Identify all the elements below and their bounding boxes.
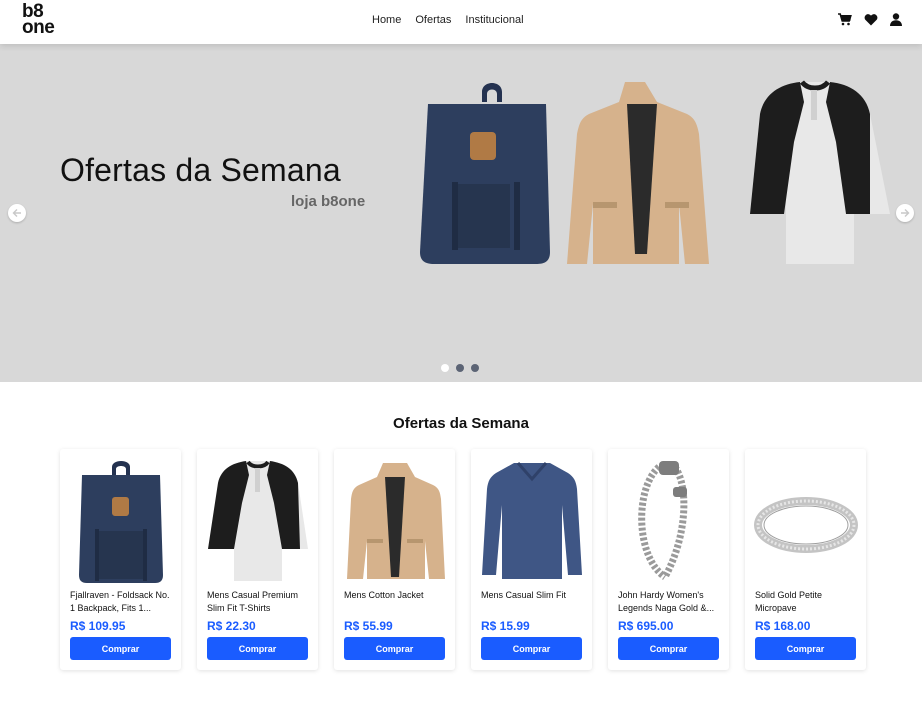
product-card[interactable]: Fjallraven - Foldsack No. 1 Backpack, Fi… — [60, 449, 181, 670]
nav-home[interactable]: Home — [372, 14, 401, 26]
product-card[interactable]: Mens Casual Slim Fit R$ 15.99 Comprar — [471, 449, 592, 670]
buy-button[interactable]: Comprar — [481, 637, 582, 660]
product-price: R$ 168.00 — [755, 619, 811, 633]
hero-carousel: Ofertas da Semana loja b8one — [0, 44, 922, 382]
hero-title: Ofertas da Semana — [60, 152, 341, 188]
product-price: R$ 695.00 — [618, 619, 674, 633]
product-card[interactable]: Mens Cotton Jacket R$ 55.99 Comprar — [334, 449, 455, 670]
site-header: b8 one Home Ofertas Institucional — [0, 0, 922, 44]
hero-backpack-image — [420, 83, 550, 264]
header-icons — [838, 13, 902, 26]
buy-button[interactable]: Comprar — [755, 637, 856, 660]
product-image-tshirt[interactable] — [203, 457, 312, 585]
buy-button[interactable]: Comprar — [344, 637, 445, 660]
product-name[interactable]: John Hardy Women's Legends Naga Gold &..… — [618, 589, 722, 614]
product-card[interactable]: Solid Gold Petite Micropave R$ 168.00 Co… — [745, 449, 866, 670]
product-image-ring[interactable] — [751, 457, 860, 585]
product-card[interactable]: Mens Casual Premium Slim Fit T-Shirts R$… — [197, 449, 318, 670]
hero-products-image — [420, 80, 890, 264]
product-price: R$ 15.99 — [481, 619, 530, 633]
buy-button[interactable]: Comprar — [618, 637, 719, 660]
product-image-sweater[interactable] — [477, 457, 586, 585]
product-name[interactable]: Fjallraven - Foldsack No. 1 Backpack, Fi… — [70, 589, 174, 614]
hero-jacket-image — [567, 82, 709, 264]
carousel-prev-button[interactable] — [8, 204, 26, 222]
logo[interactable]: b8 one — [22, 2, 62, 38]
arrow-left-icon — [12, 209, 21, 217]
product-image-backpack[interactable] — [66, 457, 175, 585]
cart-icon[interactable] — [838, 13, 852, 26]
product-name[interactable]: Mens Casual Slim Fit — [481, 589, 585, 602]
product-list: Fjallraven - Foldsack No. 1 Backpack, Fi… — [60, 449, 866, 670]
hero-subtitle: loja b8one — [291, 193, 366, 210]
product-name[interactable]: Solid Gold Petite Micropave — [755, 589, 859, 614]
product-price: R$ 55.99 — [344, 619, 393, 633]
product-card[interactable]: John Hardy Women's Legends Naga Gold &..… — [608, 449, 729, 670]
product-image-bracelet[interactable] — [614, 457, 723, 585]
arrow-right-icon — [901, 209, 910, 217]
product-image-jacket[interactable] — [340, 457, 449, 585]
product-price: R$ 22.30 — [207, 619, 256, 633]
section-title: Ofertas da Semana — [393, 415, 529, 432]
carousel-dots — [441, 364, 479, 372]
buy-button[interactable]: Comprar — [207, 637, 308, 660]
buy-button[interactable]: Comprar — [70, 637, 171, 660]
heart-icon[interactable] — [864, 13, 878, 26]
product-name[interactable]: Mens Casual Premium Slim Fit T-Shirts — [207, 589, 311, 614]
hero-shirt-image — [750, 80, 890, 264]
main-nav: Home Ofertas Institucional — [372, 14, 524, 26]
logo-line-2: one — [22, 17, 55, 38]
carousel-dot-3[interactable] — [471, 364, 479, 372]
user-icon[interactable] — [890, 13, 902, 26]
carousel-dot-1[interactable] — [441, 364, 449, 372]
product-name[interactable]: Mens Cotton Jacket — [344, 589, 448, 602]
product-price: R$ 109.95 — [70, 619, 126, 633]
nav-institucional[interactable]: Institucional — [465, 14, 523, 26]
carousel-dot-2[interactable] — [456, 364, 464, 372]
nav-ofertas[interactable]: Ofertas — [415, 14, 451, 26]
carousel-next-button[interactable] — [896, 204, 914, 222]
